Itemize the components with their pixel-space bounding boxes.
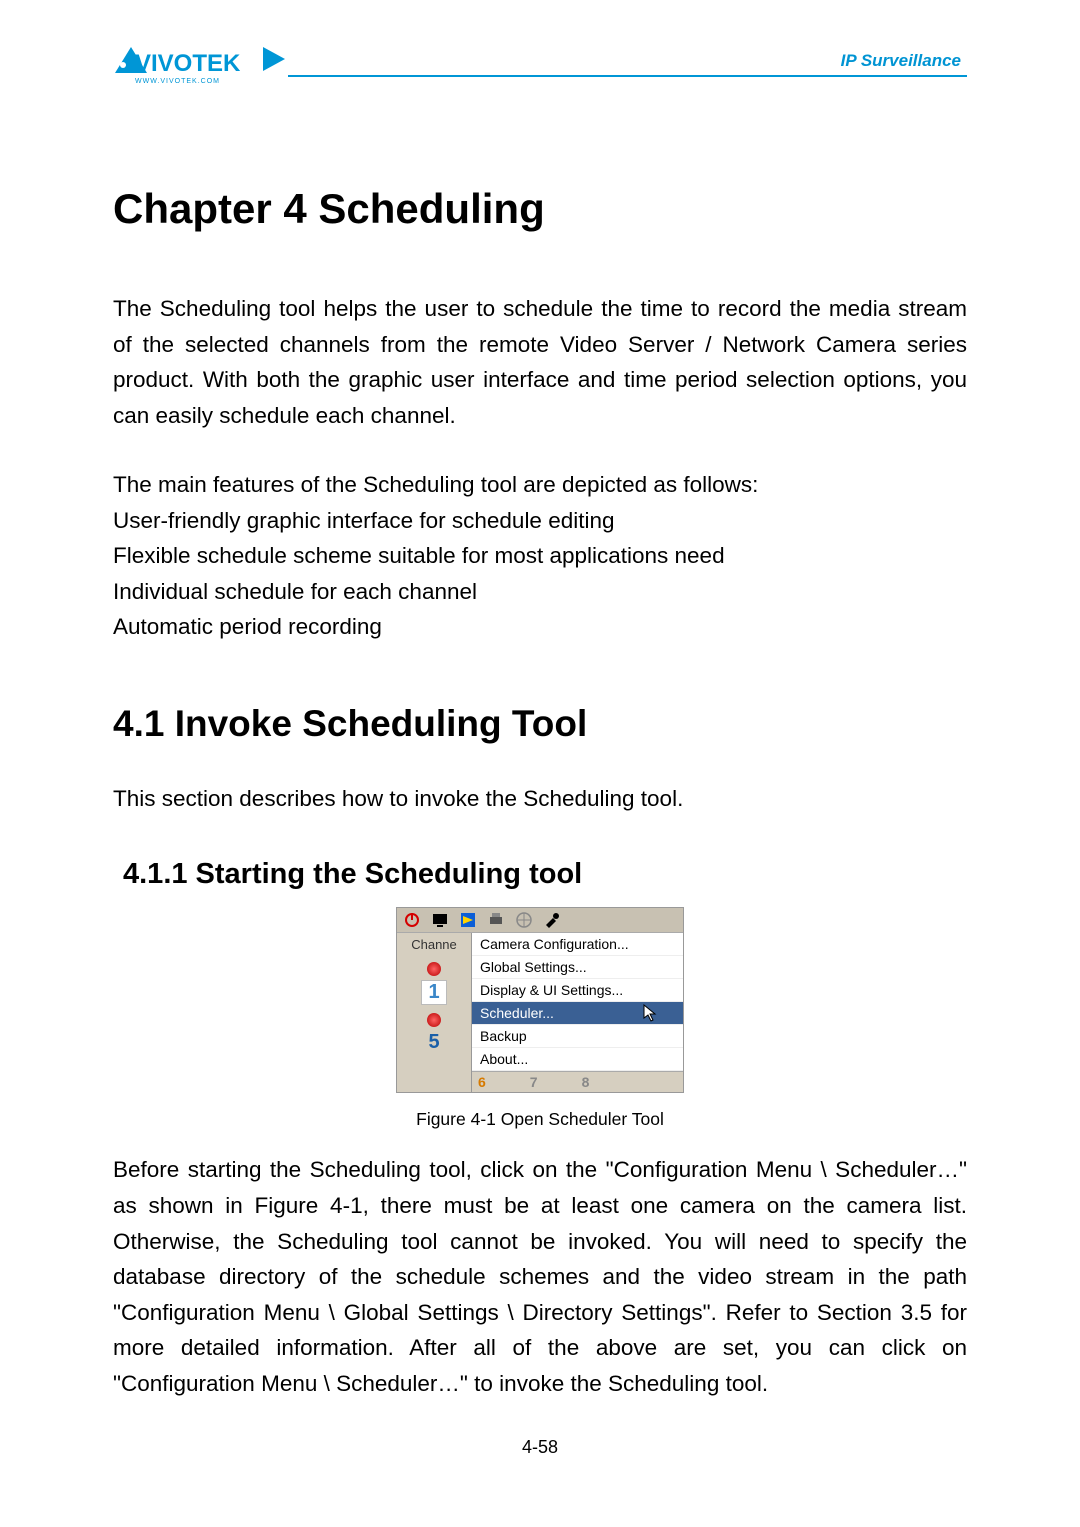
record-led-icon xyxy=(427,1013,441,1027)
flag-icon[interactable] xyxy=(459,911,477,929)
print-icon[interactable] xyxy=(487,911,505,929)
menu-scheduler[interactable]: Scheduler... xyxy=(472,1002,683,1025)
screenshot-left-panel: Channe 1 5 xyxy=(397,933,471,1092)
page-root: VIVOTEK WWW.VIVOTEK.COM IP Surveillance … xyxy=(0,0,1080,1498)
features-block: The main features of the Scheduling tool… xyxy=(113,467,967,645)
feature-line: Flexible schedule scheme suitable for mo… xyxy=(113,538,967,574)
channel-label: Channe xyxy=(411,937,457,952)
page-number: 4-58 xyxy=(113,1437,967,1458)
screenshot-scheduler-menu: Channe 1 5 Camera Configuration... Globa… xyxy=(396,907,684,1093)
figure-caption: Figure 4-1 Open Scheduler Tool xyxy=(416,1109,664,1130)
screenshot-body: Channe 1 5 Camera Configuration... Globa… xyxy=(397,933,683,1092)
screenshot-toolbar xyxy=(397,908,683,933)
bottom-num-8: 8 xyxy=(582,1074,590,1090)
menu-camera-configuration[interactable]: Camera Configuration... xyxy=(472,933,683,956)
bottom-num-7: 7 xyxy=(530,1074,538,1090)
bottom-num-6: 6 xyxy=(478,1074,486,1090)
chapter-intro-paragraph: The Scheduling tool helps the user to sc… xyxy=(113,291,967,433)
features-intro: The main features of the Scheduling tool… xyxy=(113,467,967,503)
header-tag: IP Surveillance xyxy=(841,51,967,75)
vivotek-logo: VIVOTEK WWW.VIVOTEK.COM xyxy=(113,35,288,95)
section-title: 4.1 Invoke Scheduling Tool xyxy=(113,703,967,745)
menu-backup[interactable]: Backup xyxy=(472,1025,683,1048)
config-menu: Camera Configuration... Global Settings.… xyxy=(471,933,683,1092)
feature-line: User-friendly graphic interface for sche… xyxy=(113,503,967,539)
menu-about[interactable]: About... xyxy=(472,1048,683,1071)
brand-sub: WWW.VIVOTEK.COM xyxy=(135,78,220,85)
chapter-title: Chapter 4 Scheduling xyxy=(113,185,967,233)
figure-wrap: Channe 1 5 Camera Configuration... Globa… xyxy=(113,907,967,1130)
tool-icon[interactable] xyxy=(543,911,561,929)
menu-display-ui-settings[interactable]: Display & UI Settings... xyxy=(472,979,683,1002)
record-led-icon xyxy=(427,962,441,976)
channel-1-button[interactable]: 1 xyxy=(421,980,446,1005)
monitor-icon[interactable] xyxy=(431,911,449,929)
globe-icon[interactable] xyxy=(515,911,533,929)
power-icon[interactable] xyxy=(403,911,421,929)
screenshot-bottom-bar: 6 7 8 xyxy=(472,1071,683,1092)
section-body: This section describes how to invoke the… xyxy=(113,781,967,817)
feature-line: Individual schedule for each channel xyxy=(113,574,967,610)
header-rule: IP Surveillance xyxy=(288,51,967,77)
channel-5-label: 5 xyxy=(428,1031,439,1054)
page-header: VIVOTEK WWW.VIVOTEK.COM IP Surveillance xyxy=(113,35,967,95)
brand-text: VIVOTEK xyxy=(135,50,241,77)
feature-line: Automatic period recording xyxy=(113,609,967,645)
menu-global-settings[interactable]: Global Settings... xyxy=(472,956,683,979)
cursor-icon xyxy=(643,1004,659,1027)
body-paragraph-2: Before starting the Scheduling tool, cli… xyxy=(113,1152,967,1401)
subsection-title: 4.1.1 Starting the Scheduling tool xyxy=(123,858,967,891)
menu-scheduler-label: Scheduler... xyxy=(480,1005,554,1021)
